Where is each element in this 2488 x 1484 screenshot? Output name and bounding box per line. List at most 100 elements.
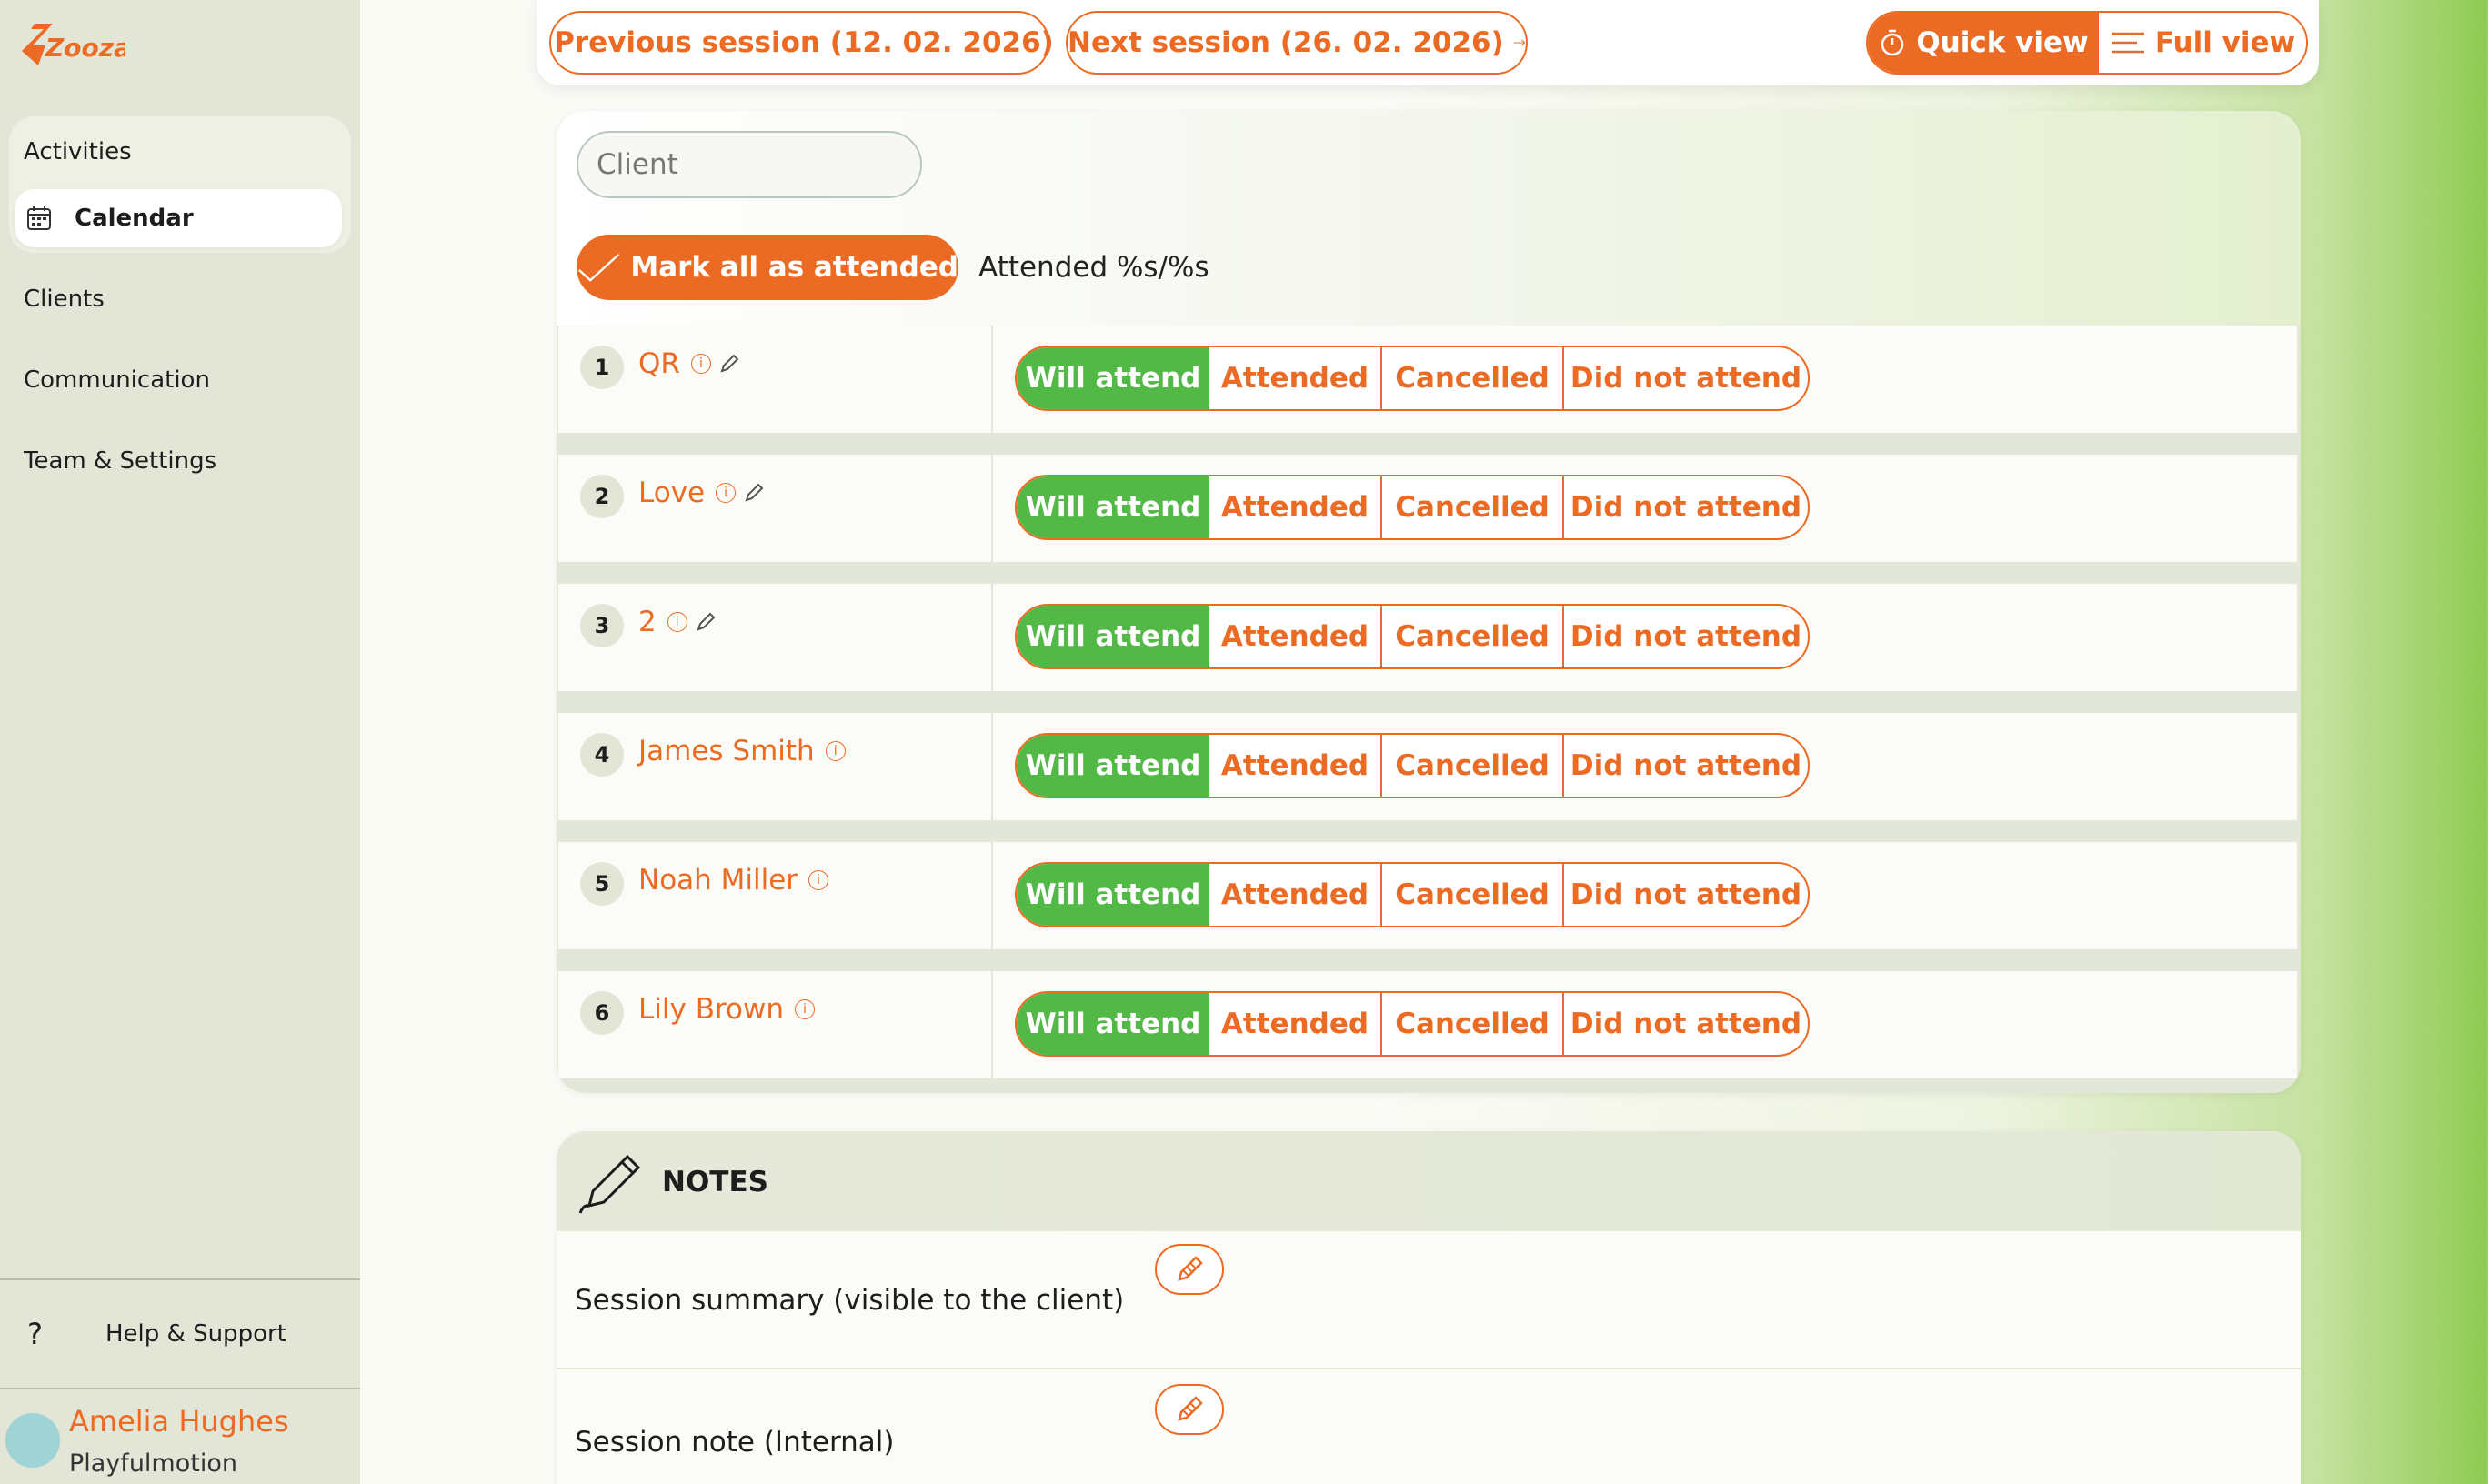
sidebar-item-communication[interactable]: Communication (24, 366, 210, 394)
session-note-label: Session note (Internal) (575, 1426, 895, 1459)
edit-note-button[interactable] (1155, 1384, 1224, 1435)
client-name: QR (638, 347, 680, 380)
client-name-link[interactable]: 2 i (638, 606, 717, 638)
did-not-attend-button[interactable]: Did not attend (1564, 606, 1808, 667)
attended-count: Attended %s/%s (978, 251, 1209, 284)
next-session-button[interactable]: Next session (26. 02. 2026) (1066, 11, 1528, 75)
will-attend-button[interactable]: Will attend (1017, 993, 1209, 1055)
previous-session-button[interactable]: Previous session (12. 02. 2026) (549, 11, 1054, 75)
client-cell: 2 Love i (558, 455, 993, 562)
checkmark-icon (578, 253, 620, 282)
pencil-icon[interactable] (695, 611, 717, 633)
attendance-status-group: Will attend Attended Cancelled Did not a… (1015, 733, 1810, 798)
client-name: 2 (638, 606, 657, 638)
zooza-logo[interactable]: Zooza (18, 20, 125, 71)
sidebar-item-activities[interactable]: Activities (24, 138, 132, 165)
cancelled-button[interactable]: Cancelled (1382, 993, 1564, 1055)
notes-title: NOTES (662, 1166, 768, 1198)
info-icon[interactable]: i (795, 999, 815, 1019)
client-cell: 6 Lily Brown i (558, 971, 993, 1078)
help-support-link[interactable]: ? Help & Support (27, 1317, 286, 1351)
cancelled-button[interactable]: Cancelled (1382, 476, 1564, 538)
next-session-label: Next session (26. 02. 2026) (1068, 26, 1504, 59)
session-topbar: Previous session (12. 02. 2026) Next ses… (537, 0, 2319, 85)
will-attend-button[interactable]: Will attend (1017, 735, 1209, 797)
previous-session-label: Previous session (12. 02. 2026) (554, 26, 1054, 59)
attendance-status-group: Will attend Attended Cancelled Did not a… (1015, 604, 1810, 669)
full-view-button[interactable]: Full view (2099, 13, 2306, 73)
quick-view-button[interactable]: Quick view (1868, 13, 2099, 73)
stopwatch-icon (1881, 29, 1904, 56)
info-icon[interactable]: i (825, 741, 846, 761)
pencil-icon (1178, 1396, 1203, 1421)
attended-button[interactable]: Attended (1209, 864, 1382, 926)
info-icon[interactable]: i (690, 354, 711, 374)
did-not-attend-button[interactable]: Did not attend (1564, 347, 1808, 409)
logo-text: Zooza (45, 33, 125, 63)
attended-button[interactable]: Attended (1209, 347, 1382, 409)
sidebar-item-label: Communication (24, 366, 210, 394)
table-row: 6 Lily Brown i Will attend Attended Canc… (558, 971, 2297, 1078)
sidebar-item-calendar[interactable]: Calendar (15, 189, 342, 247)
did-not-attend-button[interactable]: Did not attend (1564, 864, 1808, 926)
table-row: 1 QR i Will attend Attended Cancelled Di… (558, 326, 2297, 433)
will-attend-button[interactable]: Will attend (1017, 864, 1209, 926)
cancelled-button[interactable]: Cancelled (1382, 347, 1564, 409)
info-icon[interactable]: i (667, 612, 687, 632)
client-cell: 4 James Smith i (558, 713, 993, 820)
session-note-row: Session note (Internal) (557, 1371, 2301, 1484)
attended-button[interactable]: Attended (1209, 476, 1382, 538)
client-name-link[interactable]: QR i (638, 347, 740, 380)
cancelled-button[interactable]: Cancelled (1382, 864, 1564, 926)
avatar[interactable] (5, 1413, 60, 1468)
mark-all-attended-button[interactable]: Mark all as attended (577, 235, 958, 300)
arrow-right-icon (1513, 39, 1526, 46)
did-not-attend-button[interactable]: Did not attend (1564, 476, 1808, 538)
attendance-status-group: Will attend Attended Cancelled Did not a… (1015, 991, 1810, 1057)
info-icon[interactable]: i (716, 483, 737, 503)
user-name[interactable]: Amelia Hughes (69, 1404, 289, 1439)
row-number: 3 (580, 604, 624, 647)
attended-button[interactable]: Attended (1209, 735, 1382, 797)
table-row: 3 2 i Will attend Attended Cancelled Did… (558, 584, 2297, 691)
calendar-icon (27, 206, 51, 230)
row-number: 6 (580, 991, 624, 1035)
info-icon[interactable]: i (808, 870, 829, 890)
edit-summary-button[interactable] (1155, 1244, 1224, 1295)
row-number: 4 (580, 733, 624, 777)
sidebar: Zooza Activities Calendar Clients Commun… (0, 0, 360, 1484)
view-toggle: Quick view Full view (1866, 11, 2308, 75)
attendance-status-group: Will attend Attended Cancelled Did not a… (1015, 346, 1810, 411)
user-organization: Playfulmotion (69, 1449, 237, 1478)
sidebar-item-label: Calendar (75, 205, 194, 232)
will-attend-button[interactable]: Will attend (1017, 347, 1209, 409)
sidebar-item-clients[interactable]: Clients (24, 286, 105, 313)
sidebar-item-team-settings[interactable]: Team & Settings (24, 447, 216, 475)
full-view-label: Full view (2154, 26, 2296, 59)
attended-button[interactable]: Attended (1209, 993, 1382, 1055)
did-not-attend-button[interactable]: Did not attend (1564, 993, 1808, 1055)
will-attend-button[interactable]: Will attend (1017, 476, 1209, 538)
client-search-input[interactable] (577, 131, 922, 198)
table-row: 4 James Smith i Will attend Attended Can… (558, 713, 2297, 820)
attended-button[interactable]: Attended (1209, 606, 1382, 667)
sidebar-item-label: Team & Settings (24, 447, 217, 475)
client-name: Love (638, 476, 706, 509)
sidebar-item-label: Clients (24, 286, 105, 313)
pen-icon (578, 1154, 641, 1214)
pencil-icon[interactable] (718, 353, 740, 375)
client-name: Lily Brown (638, 993, 784, 1026)
client-name-link[interactable]: Love i (638, 476, 765, 509)
cancelled-button[interactable]: Cancelled (1382, 606, 1564, 667)
client-name-link[interactable]: Noah Miller i (638, 864, 829, 897)
client-cell: 5 Noah Miller i (558, 842, 993, 949)
row-number: 2 (580, 475, 624, 518)
did-not-attend-button[interactable]: Did not attend (1564, 735, 1808, 797)
will-attend-button[interactable]: Will attend (1017, 606, 1209, 667)
table-row: 2 Love i Will attend Attended Cancelled … (558, 455, 2297, 562)
cancelled-button[interactable]: Cancelled (1382, 735, 1564, 797)
client-name-link[interactable]: James Smith i (638, 735, 846, 767)
attendance-status-group: Will attend Attended Cancelled Did not a… (1015, 862, 1810, 928)
client-name-link[interactable]: Lily Brown i (638, 993, 815, 1026)
pencil-icon[interactable] (743, 482, 765, 504)
